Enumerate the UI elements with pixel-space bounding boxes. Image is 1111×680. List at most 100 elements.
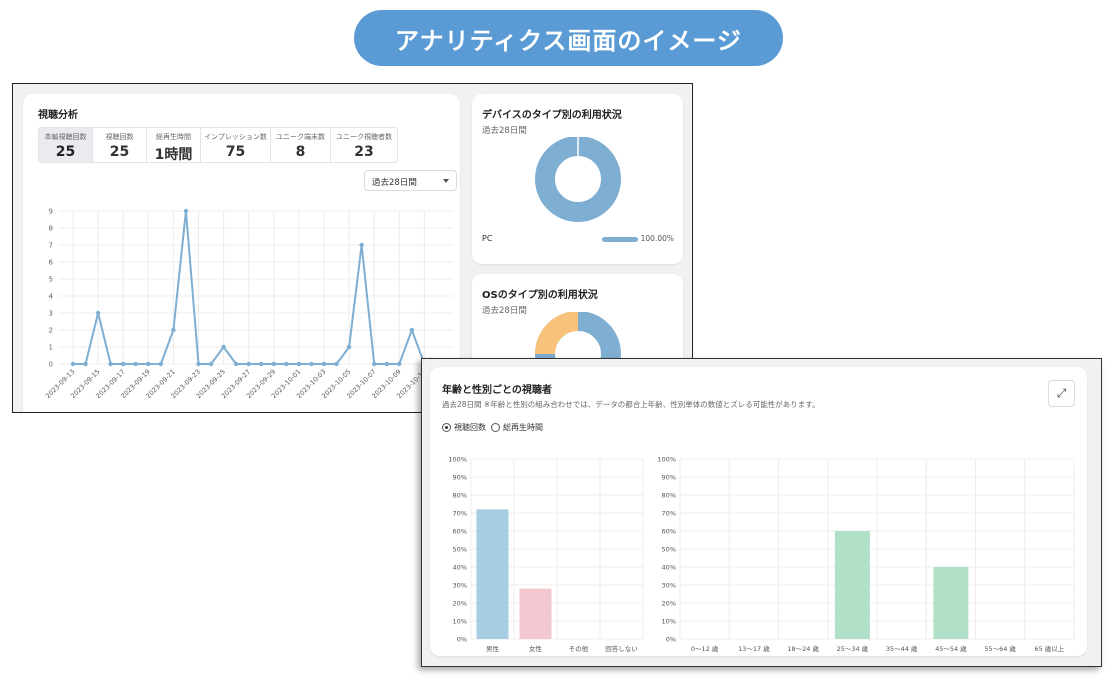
gender-bar-chart: 0% 10% 20% 30% 40% 50% 60% 70% 80% 90% 100% 男性 女性 その他… <box>448 456 644 653</box>
age-gender-card: 年齢と性別ごとの視聴者 過去28日間 ※年齢と性別の組み合わせでは、データの都合… <box>430 367 1087 656</box>
data-point <box>246 361 251 367</box>
tab-value: 25 <box>55 144 76 160</box>
tab-unique-viewers[interactable]: ユニーク視聴者数 23 <box>331 128 397 162</box>
y-tick-label: 40% <box>662 564 676 572</box>
tab-views[interactable]: 視聴回数 25 <box>93 128 147 162</box>
legend-bar <box>602 237 638 242</box>
os-type-title: OSのタイプ別の利用状況 <box>482 290 598 301</box>
y-tick-label: 80% <box>453 492 467 500</box>
age-bar-chart: 0% 10% 20% 30% 40% 50% 60% 70% 80% 90% 100% 0〜12 歳 1… <box>657 456 1075 653</box>
tab-value: 8 <box>295 144 306 160</box>
tab-unique-devices[interactable]: ユニーク端末数 8 <box>271 128 331 162</box>
series-line <box>73 210 437 365</box>
device-donut-chart <box>535 137 621 222</box>
y-tick-label: 7 <box>49 242 53 250</box>
tab-label: ユニーク視聴者数 <box>336 133 392 141</box>
y-tick-label: 10% <box>453 618 467 626</box>
device-type-title: デバイスのタイプ別の利用状況 <box>482 110 622 121</box>
period-select-value: 過去28日間 <box>372 178 417 188</box>
data-point <box>259 361 264 367</box>
y-tick-label: 40% <box>453 564 467 572</box>
radio-unchecked-icon <box>491 423 500 432</box>
x-tick-label: 0〜12 歳 <box>691 644 719 653</box>
legend-label: PC <box>482 234 493 243</box>
data-point <box>108 361 113 367</box>
data-point <box>83 361 88 367</box>
y-tick-label: 70% <box>662 510 676 518</box>
chevron-down-icon <box>443 179 449 183</box>
viewing-analysis-card: 視聴分析 本編視聴回数 25 視聴回数 25 総再生時間 1時間 インプレッショ… <box>23 94 460 412</box>
y-tick-label: 3 <box>49 310 53 318</box>
data-point <box>133 361 138 367</box>
tab-main-views[interactable]: 本編視聴回数 25 <box>39 128 93 162</box>
y-tick-label: 0 <box>49 361 53 369</box>
expand-icon: ⤢ <box>1056 386 1067 400</box>
y-tick-label: 9 <box>49 208 53 216</box>
x-tick-label: 25〜34 歳 <box>837 644 869 653</box>
metric-tabs: 本編視聴回数 25 視聴回数 25 総再生時間 1時間 インプレッション数 75… <box>38 127 398 163</box>
y-tick-label: 1 <box>49 344 53 352</box>
radio-playtime[interactable]: 総再生時間 <box>491 422 543 433</box>
tab-value: 23 <box>354 144 374 160</box>
x-tick-label: 55〜64 歳 <box>984 644 1016 653</box>
y-tick-label: 50% <box>662 546 676 554</box>
data-point <box>334 361 339 367</box>
x-tick-label: 18〜24 歳 <box>787 644 819 653</box>
donut-slice-os-b <box>535 312 579 355</box>
radio-views[interactable]: 視聴回数 <box>442 422 486 433</box>
bar <box>519 588 552 639</box>
data-point <box>158 361 164 367</box>
data-point <box>296 361 302 367</box>
tab-label: 総再生時間 <box>156 133 191 141</box>
bar <box>933 567 969 639</box>
bar <box>476 509 509 639</box>
tab-label: ユニーク端末数 <box>276 133 325 141</box>
y-tick-label: 30% <box>453 582 467 590</box>
tab-impressions[interactable]: インプレッション数 75 <box>201 128 271 162</box>
legend-percent: 100.00% <box>640 234 674 243</box>
tab-label: 視聴回数 <box>105 133 134 141</box>
x-tick-label: その他 <box>569 644 589 653</box>
y-tick-label: 50% <box>453 546 467 554</box>
x-tick-label: 13〜17 歳 <box>738 644 770 653</box>
y-tick-label: 10% <box>662 618 676 626</box>
y-tick-label: 30% <box>662 582 676 590</box>
y-tick-label: 6 <box>49 259 54 267</box>
age-gender-note: 過去28日間 ※年齢と性別の組み合わせでは、データの都合上年齢、性別単体の数値と… <box>442 400 820 409</box>
y-tick-label: 0% <box>457 636 467 644</box>
data-point <box>121 361 126 367</box>
x-tick-label: 男性 <box>486 644 500 653</box>
bar <box>834 531 870 639</box>
tab-label: インプレッション数 <box>204 133 267 141</box>
expand-button[interactable]: ⤢ <box>1048 380 1075 407</box>
y-tick-label: 60% <box>453 528 467 536</box>
data-point <box>271 361 276 367</box>
y-tick-label: 8 <box>49 225 53 233</box>
y-tick-label: 20% <box>662 600 676 608</box>
data-point <box>409 327 415 333</box>
tab-value: 25 <box>109 144 130 160</box>
data-point <box>183 208 189 214</box>
tab-label: 本編視聴回数 <box>44 133 87 141</box>
data-point <box>321 361 327 367</box>
tab-total-playtime[interactable]: 総再生時間 1時間 <box>147 128 201 163</box>
data-point <box>309 361 314 367</box>
data-point <box>284 361 289 367</box>
tab-value: 75 <box>225 144 246 160</box>
period-select[interactable]: 過去28日間 <box>364 170 457 191</box>
data-point <box>95 310 101 316</box>
x-tick-label: 女性 <box>529 644 543 653</box>
radio-playtime-label: 総再生時間 <box>503 423 543 432</box>
y-tick-label: 90% <box>662 474 676 482</box>
viewing-analysis-title: 視聴分析 <box>38 110 78 121</box>
data-point <box>208 361 214 367</box>
y-tick-label: 0% <box>666 636 676 644</box>
x-tick-label: 45〜54 歳 <box>935 644 967 653</box>
data-point <box>146 361 151 367</box>
y-tick-label: 100% <box>448 456 467 464</box>
data-point <box>233 361 239 367</box>
y-tick-label: 80% <box>662 492 676 500</box>
data-point <box>346 344 352 350</box>
y-tick-label: 20% <box>453 600 467 608</box>
data-point <box>196 361 201 367</box>
